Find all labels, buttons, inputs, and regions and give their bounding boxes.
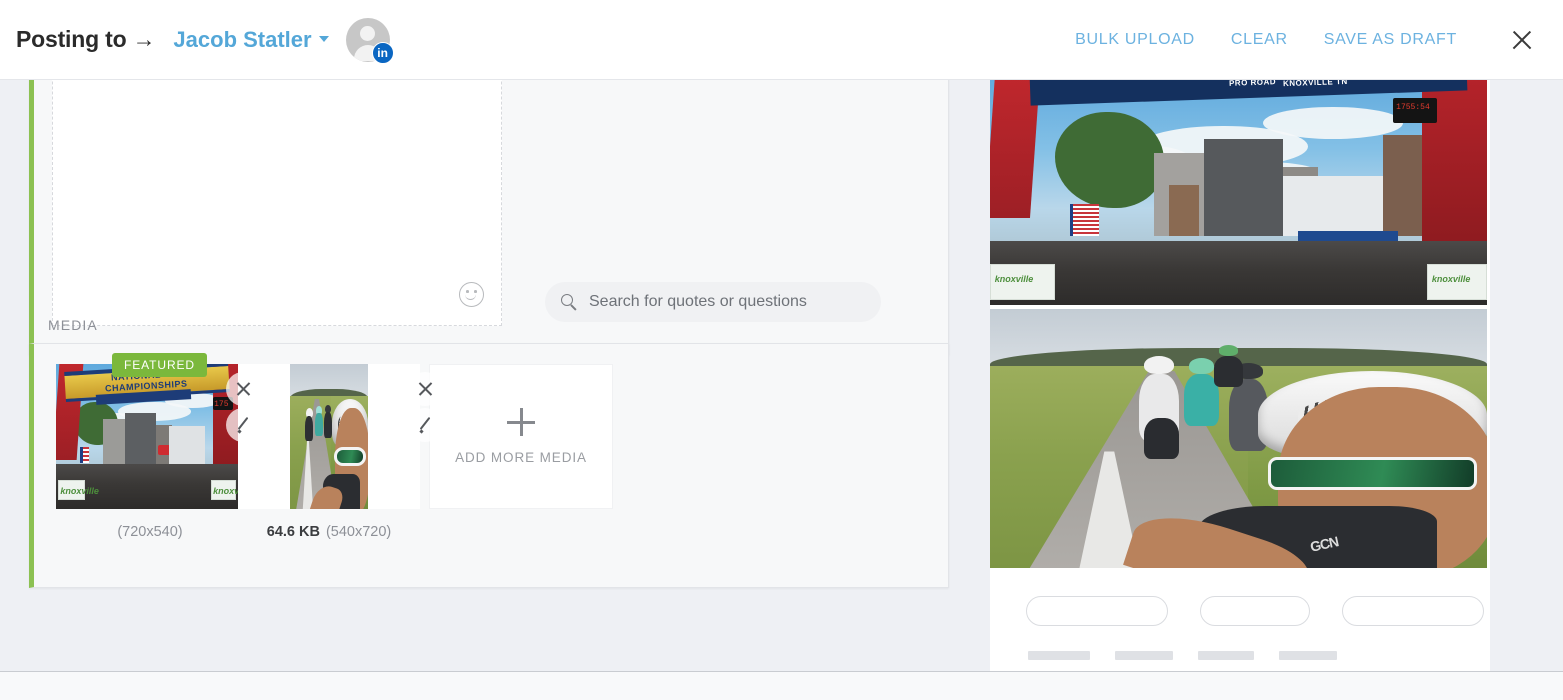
preview-clock-text: 1755:54 xyxy=(1396,103,1430,113)
modal-body: Search for quotes or questions MEDIA FEA… xyxy=(0,80,1563,671)
media-thumbnail-2-meta: 64.6 KB (540x720) xyxy=(238,524,420,540)
preview-action-pills xyxy=(990,568,1490,626)
search-icon xyxy=(561,293,578,311)
preview-placeholder-bar-3 xyxy=(1198,651,1254,660)
preview-race-artwork: PRO ROAD KNOXVILLE TN 1755:54 knoxville … xyxy=(990,80,1487,305)
search-icon-handle xyxy=(570,304,577,311)
preview-placeholder-bar-4 xyxy=(1279,651,1337,660)
media-thumbnail-2-filesize: 64.6 KB xyxy=(266,524,320,540)
media-thumbnail-2[interactable]: 64.6 KB (540x720) xyxy=(238,364,442,540)
preview-image-1: PRO ROAD KNOXVILLE TN 1755:54 knoxville … xyxy=(990,80,1487,305)
preview-action-pill-2[interactable] xyxy=(1200,596,1310,626)
preview-action-pill-1[interactable] xyxy=(1026,596,1168,626)
close-icon xyxy=(417,381,434,398)
chevron-down-icon[interactable] xyxy=(318,35,329,42)
top-header-bar: Posting to → Jacob Statler in BULK UPLOA… xyxy=(0,0,1563,80)
emoji-eye-right xyxy=(474,290,477,293)
post-text-editor[interactable] xyxy=(52,80,502,326)
preview-barrier-text-right: knoxville xyxy=(1431,274,1471,285)
group-ride-selfie-artwork xyxy=(290,364,368,509)
media-thumbnail-row: FEATURED CHAMPIONSHIPS 175 knoxville kno… xyxy=(56,353,613,540)
add-more-media-label: ADD MORE MEDIA xyxy=(455,450,587,465)
close-icon xyxy=(235,381,252,398)
account-selector[interactable]: Jacob Statler xyxy=(173,26,329,53)
post-preview-panel: PRO ROAD KNOXVILLE TN 1755:54 knoxville … xyxy=(990,80,1490,671)
bulk-upload-button[interactable]: BULK UPLOAD xyxy=(1057,23,1213,57)
media-thumbnail-2-image xyxy=(290,364,368,509)
media-thumbnail-1-meta: (720x540) xyxy=(56,524,238,540)
media-thumbnail-2-dimensions: (540x720) xyxy=(325,524,392,540)
media-thumbnail-1[interactable]: FEATURED CHAMPIONSHIPS 175 knoxville kno… xyxy=(56,353,260,540)
clear-button[interactable]: CLEAR xyxy=(1213,23,1306,57)
media-thumbnail-1-image: NATIONAL CHAMPIONSHIPS 175 knoxville kno… xyxy=(56,364,238,509)
media-thumbnail-1-dimensions: (720x540) xyxy=(117,524,183,540)
media-thumbnail-1-edit-button[interactable] xyxy=(226,408,260,442)
header-actions-group: BULK UPLOAD CLEAR SAVE AS DRAFT xyxy=(1057,23,1563,57)
plus-icon xyxy=(507,408,535,436)
media-card: FEATURED CHAMPIONSHIPS 175 knoxville kno… xyxy=(29,343,949,588)
media-thumbnail-2-edit-button[interactable] xyxy=(408,408,442,442)
quote-search-placeholder: Search for quotes or questions xyxy=(589,293,807,310)
media-section-label: MEDIA xyxy=(48,317,98,333)
linkedin-badge-icon: in xyxy=(371,41,394,64)
featured-badge: FEATURED xyxy=(112,353,207,377)
quote-search-field[interactable]: Search for quotes or questions xyxy=(545,282,881,322)
preview-ride-artwork: GCN xyxy=(990,309,1487,568)
media-thumbnail-2-box xyxy=(238,364,442,509)
bottom-footer-bar xyxy=(0,671,1563,700)
preview-barrier-text-left: knoxville xyxy=(994,274,1034,285)
avatar-head-shape xyxy=(359,25,375,41)
emoji-mouth xyxy=(465,294,476,300)
emoji-eye-left xyxy=(466,290,469,293)
avatar-with-network-badge[interactable]: in xyxy=(345,17,394,64)
header-left-group: Posting to → Jacob Statler in xyxy=(0,17,394,64)
account-name-label: Jacob Statler xyxy=(173,26,312,52)
pencil-icon xyxy=(234,416,252,434)
preview-placeholder-bar-2 xyxy=(1115,651,1173,660)
save-as-draft-button[interactable]: SAVE AS DRAFT xyxy=(1306,23,1475,57)
composer-column: Search for quotes or questions MEDIA FEA… xyxy=(0,80,990,671)
race-start-line-artwork: NATIONAL CHAMPIONSHIPS 175 knoxville kno… xyxy=(56,364,238,509)
media-thumbnail-1-box: FEATURED CHAMPIONSHIPS 175 knoxville kno… xyxy=(56,353,260,509)
right-gutter xyxy=(1490,80,1563,671)
add-more-media-button[interactable]: ADD MORE MEDIA xyxy=(429,364,613,509)
media-thumbnail-2-remove-button[interactable] xyxy=(408,372,442,406)
preview-placeholder-bars xyxy=(990,626,1490,660)
close-icon[interactable] xyxy=(1509,27,1535,53)
preview-placeholder-bar-1 xyxy=(1028,651,1090,660)
media-thumbnail-1-remove-button[interactable] xyxy=(226,372,260,406)
emoji-smiley-icon[interactable] xyxy=(459,282,484,307)
posting-to-label: Posting to → xyxy=(16,26,156,52)
pencil-icon xyxy=(416,416,434,434)
media-thumbnail-2-frame xyxy=(238,364,420,509)
media-thumbnail-1-frame: NATIONAL CHAMPIONSHIPS 175 knoxville kno… xyxy=(56,364,238,509)
preview-action-pill-3[interactable] xyxy=(1342,596,1484,626)
preview-image-2: GCN xyxy=(990,309,1487,568)
